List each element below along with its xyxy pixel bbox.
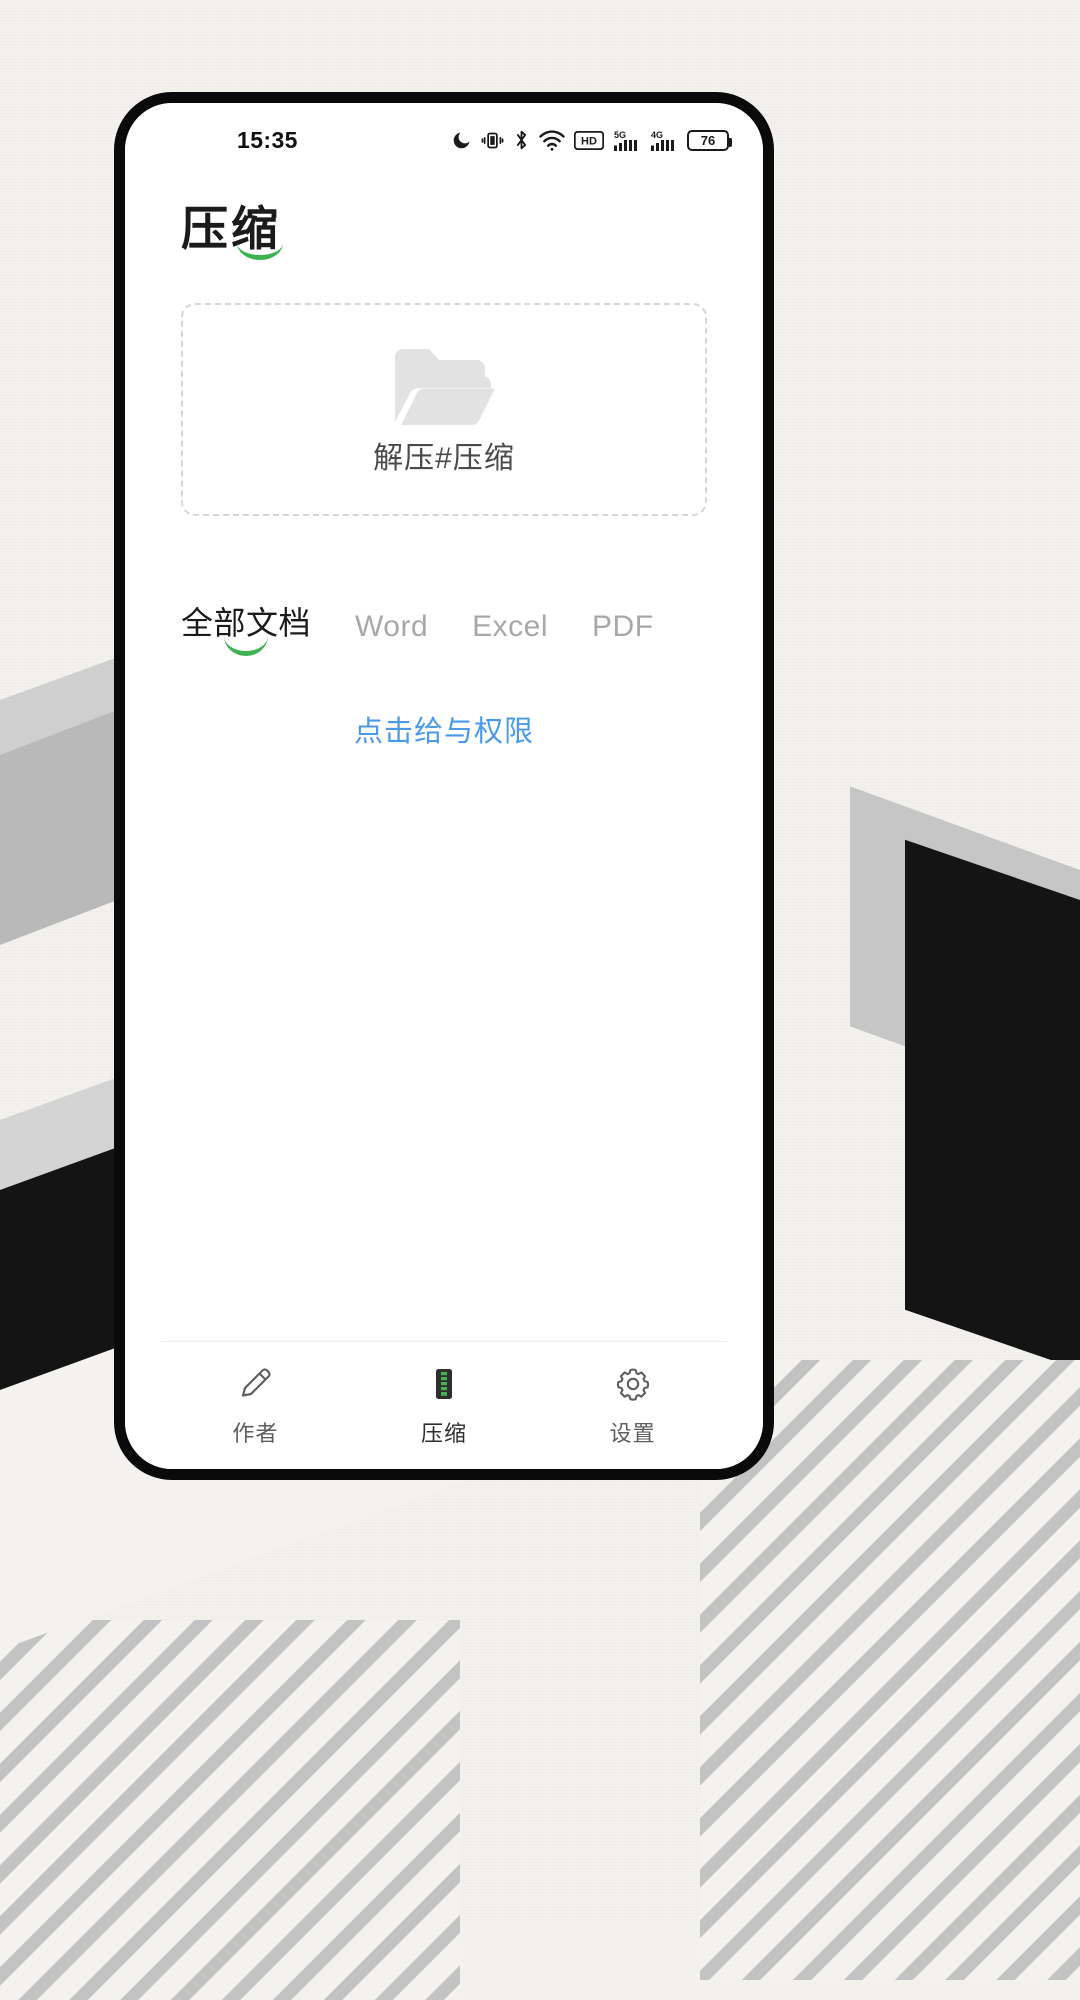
svg-text:5G: 5G	[614, 130, 626, 140]
nav-item-compress-label: 压缩	[421, 1421, 468, 1446]
dropzone-label: 解压#压缩	[373, 441, 515, 475]
nav-item-settings-label: 设置	[609, 1421, 656, 1446]
tab-pdf-label: PDF	[592, 610, 654, 644]
app-header: 压缩	[125, 177, 763, 261]
tab-excel[interactable]: Excel	[472, 610, 548, 658]
page-title: 压缩	[181, 203, 283, 261]
grant-permission-link[interactable]: 点击给与权限	[354, 716, 534, 748]
phone-screen: 15:35 HD 5G 4G 76 压缩 解压#压缩 全部文档 Word Exc…	[125, 103, 763, 1469]
tab-word[interactable]: Word	[355, 610, 428, 658]
vibrate-icon	[481, 130, 504, 151]
nav-item-author[interactable]: 作者	[161, 1363, 350, 1448]
nav-item-settings[interactable]: 设置	[538, 1363, 727, 1448]
title-underline-swoosh-icon	[237, 243, 283, 261]
tab-pdf[interactable]: PDF	[592, 610, 654, 658]
pencil-edit-icon	[235, 1363, 275, 1405]
signal-5g-icon: 5G	[613, 129, 641, 152]
wifi-icon	[539, 129, 565, 151]
permission-prompt-area: 点击给与权限	[125, 708, 763, 750]
decorative-stripes-bottom-left	[0, 1620, 460, 2000]
nav-item-author-label: 作者	[232, 1421, 279, 1446]
tab-all-documents[interactable]: 全部文档	[181, 598, 311, 658]
gear-icon	[613, 1363, 653, 1405]
file-dropzone[interactable]: 解压#压缩	[181, 303, 707, 517]
bottom-navigation-bar: 作者 压缩 设置	[161, 1341, 727, 1469]
svg-text:HD: HD	[581, 135, 597, 147]
battery-icon: 76	[687, 129, 732, 151]
hd-voice-icon: HD	[574, 130, 604, 150]
battery-shell: 76	[687, 129, 732, 151]
status-bar-clock: 15:35	[237, 126, 298, 153]
do-not-disturb-moon-icon	[451, 130, 472, 151]
tab-all-documents-label: 全部文档	[181, 605, 312, 642]
tab-excel-label: Excel	[472, 610, 549, 644]
signal-4g-icon: 4G	[650, 129, 678, 152]
bluetooth-icon	[513, 129, 530, 151]
status-bar: 15:35 HD 5G 4G 76	[125, 103, 763, 177]
open-folder-icon	[389, 343, 499, 427]
phone-mockup-frame: 15:35 HD 5G 4G 76 压缩 解压#压缩 全部文档 Word Exc…	[114, 92, 774, 1480]
status-bar-icons: HD 5G 4G 76	[451, 129, 732, 152]
battery-percent-label: 76	[700, 132, 716, 148]
tab-word-label: Word	[355, 610, 429, 644]
content-empty-area	[125, 750, 763, 1341]
zip-file-icon	[424, 1363, 464, 1405]
decorative-shape-black-right	[905, 839, 1080, 1370]
document-filter-tabs: 全部文档 Word Excel PDF	[181, 598, 763, 658]
svg-text:4G: 4G	[651, 130, 663, 140]
nav-item-compress[interactable]: 压缩	[350, 1363, 539, 1448]
